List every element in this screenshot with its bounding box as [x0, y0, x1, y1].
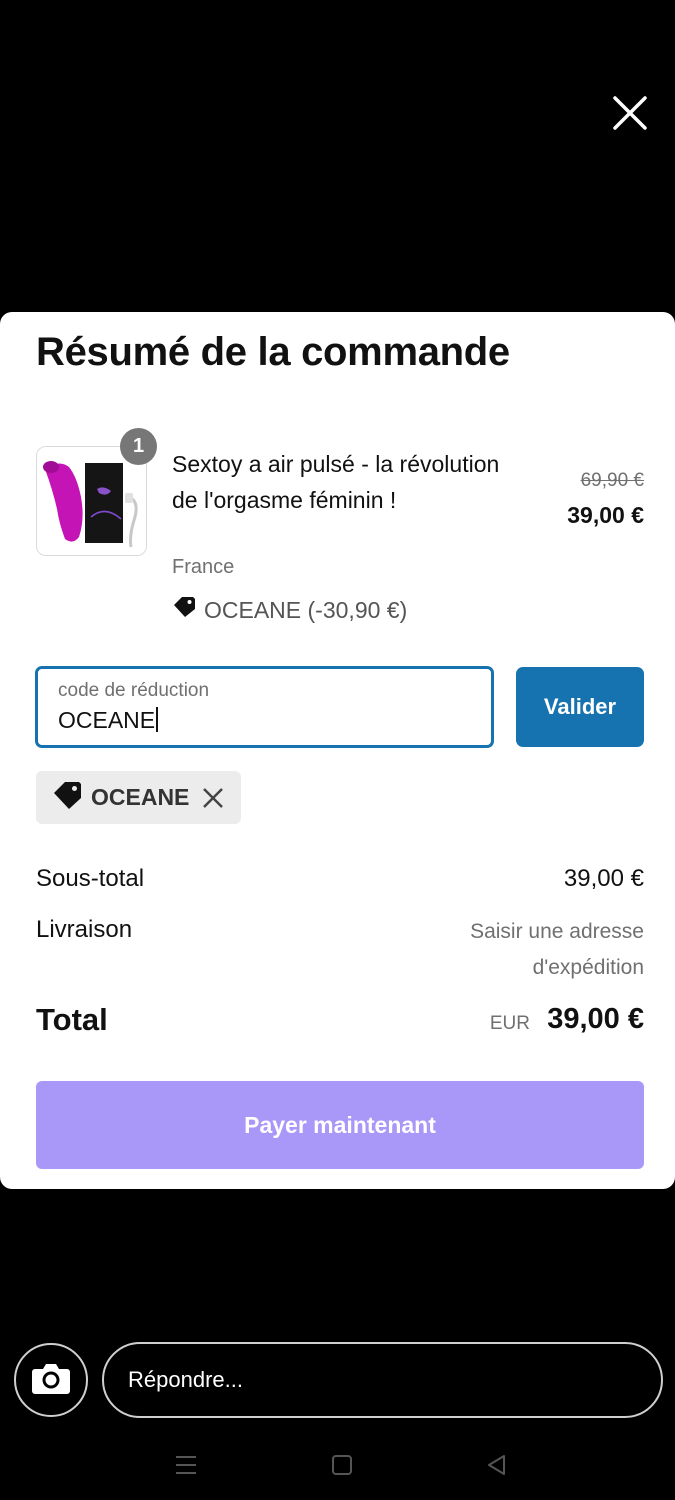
page-title: Résumé de la commande: [36, 330, 510, 374]
menu-icon[interactable]: [173, 1452, 199, 1478]
home-icon[interactable]: [329, 1452, 355, 1478]
product-variant: France: [172, 556, 235, 578]
quantity-badge: 1: [120, 428, 157, 465]
shipping-value: Saisir une adresse d'expédition: [470, 920, 644, 979]
remove-discount-icon[interactable]: [200, 785, 226, 811]
camera-icon: [31, 1361, 71, 1400]
subtotal-value: 39,00 €: [563, 865, 644, 892]
total-label: Total: [36, 1002, 108, 1037]
product-name: Sextoy a air pulsé - la révolution de l'…: [172, 451, 500, 513]
total-currency: EUR: [489, 1013, 530, 1034]
discount-code-value: OCEANE: [58, 707, 156, 733]
shipping-label: Livraison: [36, 916, 133, 943]
text-caret: [156, 707, 159, 732]
subtotal-label: Sous-total: [36, 865, 145, 892]
reply-placeholder: Répondre...: [128, 1367, 243, 1392]
product-price: 39,00 €: [567, 502, 644, 528]
pay-now-button[interactable]: Payer maintenant: [36, 1081, 644, 1169]
reply-input[interactable]: Répondre...: [102, 1342, 663, 1418]
compare-at-price: 69,90 €: [580, 470, 644, 491]
total-value: 39,00 €: [547, 1003, 644, 1035]
product-discount: OCEANE (-30,90 €): [172, 596, 407, 624]
tag-icon: [172, 596, 196, 624]
product-discount-text: OCEANE (-30,90 €): [204, 596, 408, 623]
applied-discount-code: OCEANE: [91, 784, 190, 810]
camera-button[interactable]: [14, 1343, 88, 1417]
discount-code-label: code de réduction: [58, 680, 210, 701]
discount-code-input[interactable]: code de réduction OCEANE: [35, 666, 494, 748]
close-icon[interactable]: [605, 88, 655, 138]
tag-icon: [52, 780, 83, 815]
apply-discount-button[interactable]: Valider: [516, 667, 644, 747]
back-icon[interactable]: [484, 1452, 510, 1478]
order-summary-sheet: [0, 312, 675, 1189]
applied-discount-chip: OCEANE: [36, 771, 241, 824]
